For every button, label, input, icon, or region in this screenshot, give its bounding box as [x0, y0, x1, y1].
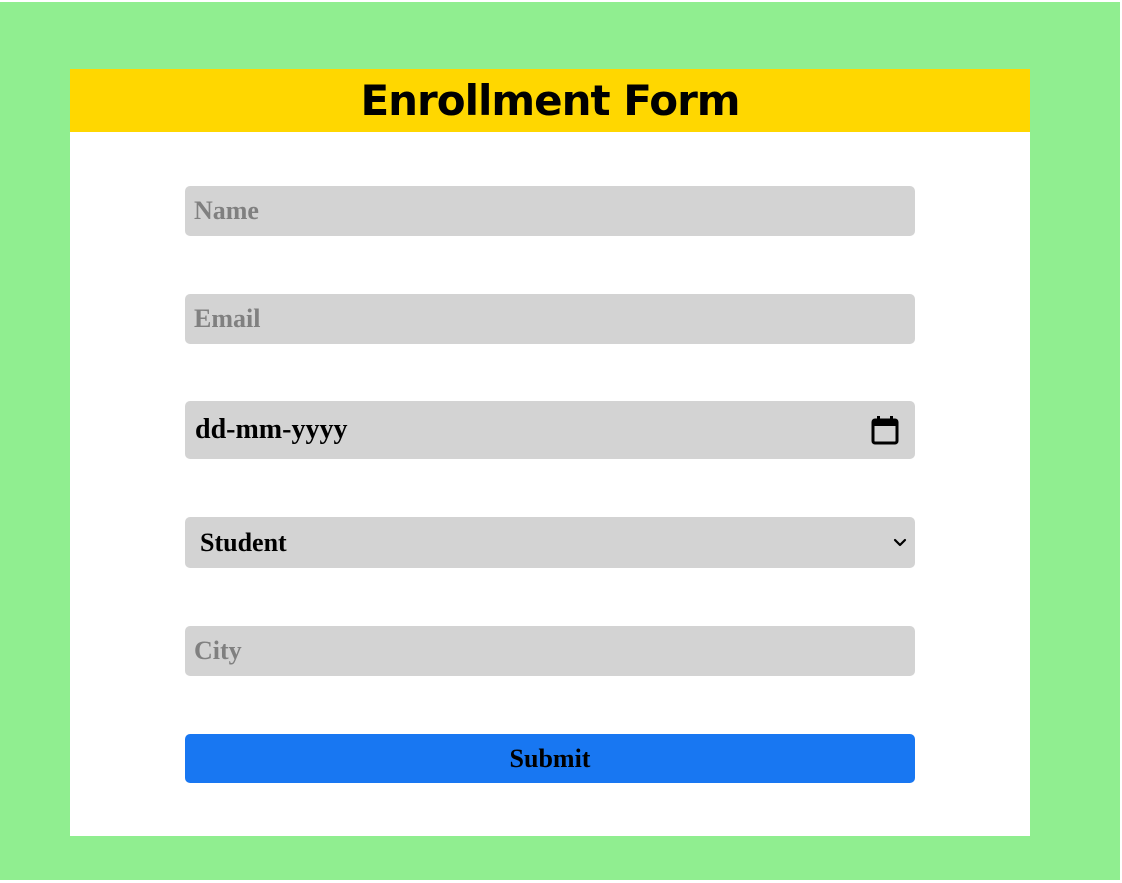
calendar-icon[interactable] — [871, 415, 899, 445]
role-select-value: Student — [200, 527, 287, 557]
enrollment-form-card: Enrollment Form Name Email dd-mm-yyyy St… — [70, 69, 1030, 836]
name-input[interactable]: Name — [185, 186, 915, 236]
page-background: Enrollment Form Name Email dd-mm-yyyy St… — [0, 2, 1120, 880]
name-placeholder: Name — [194, 196, 259, 225]
chevron-down-icon — [893, 538, 907, 546]
email-input[interactable]: Email — [185, 294, 915, 344]
date-placeholder: dd-mm-yyyy — [195, 414, 348, 445]
city-input[interactable]: City — [185, 626, 915, 676]
email-placeholder: Email — [194, 304, 261, 333]
role-select[interactable]: Student — [185, 517, 915, 568]
submit-button[interactable]: Submit — [185, 734, 915, 783]
date-input[interactable]: dd-mm-yyyy — [185, 401, 915, 459]
city-placeholder: City — [194, 636, 242, 665]
form-title: Enrollment Form — [360, 76, 740, 125]
form-header: Enrollment Form — [70, 69, 1030, 132]
